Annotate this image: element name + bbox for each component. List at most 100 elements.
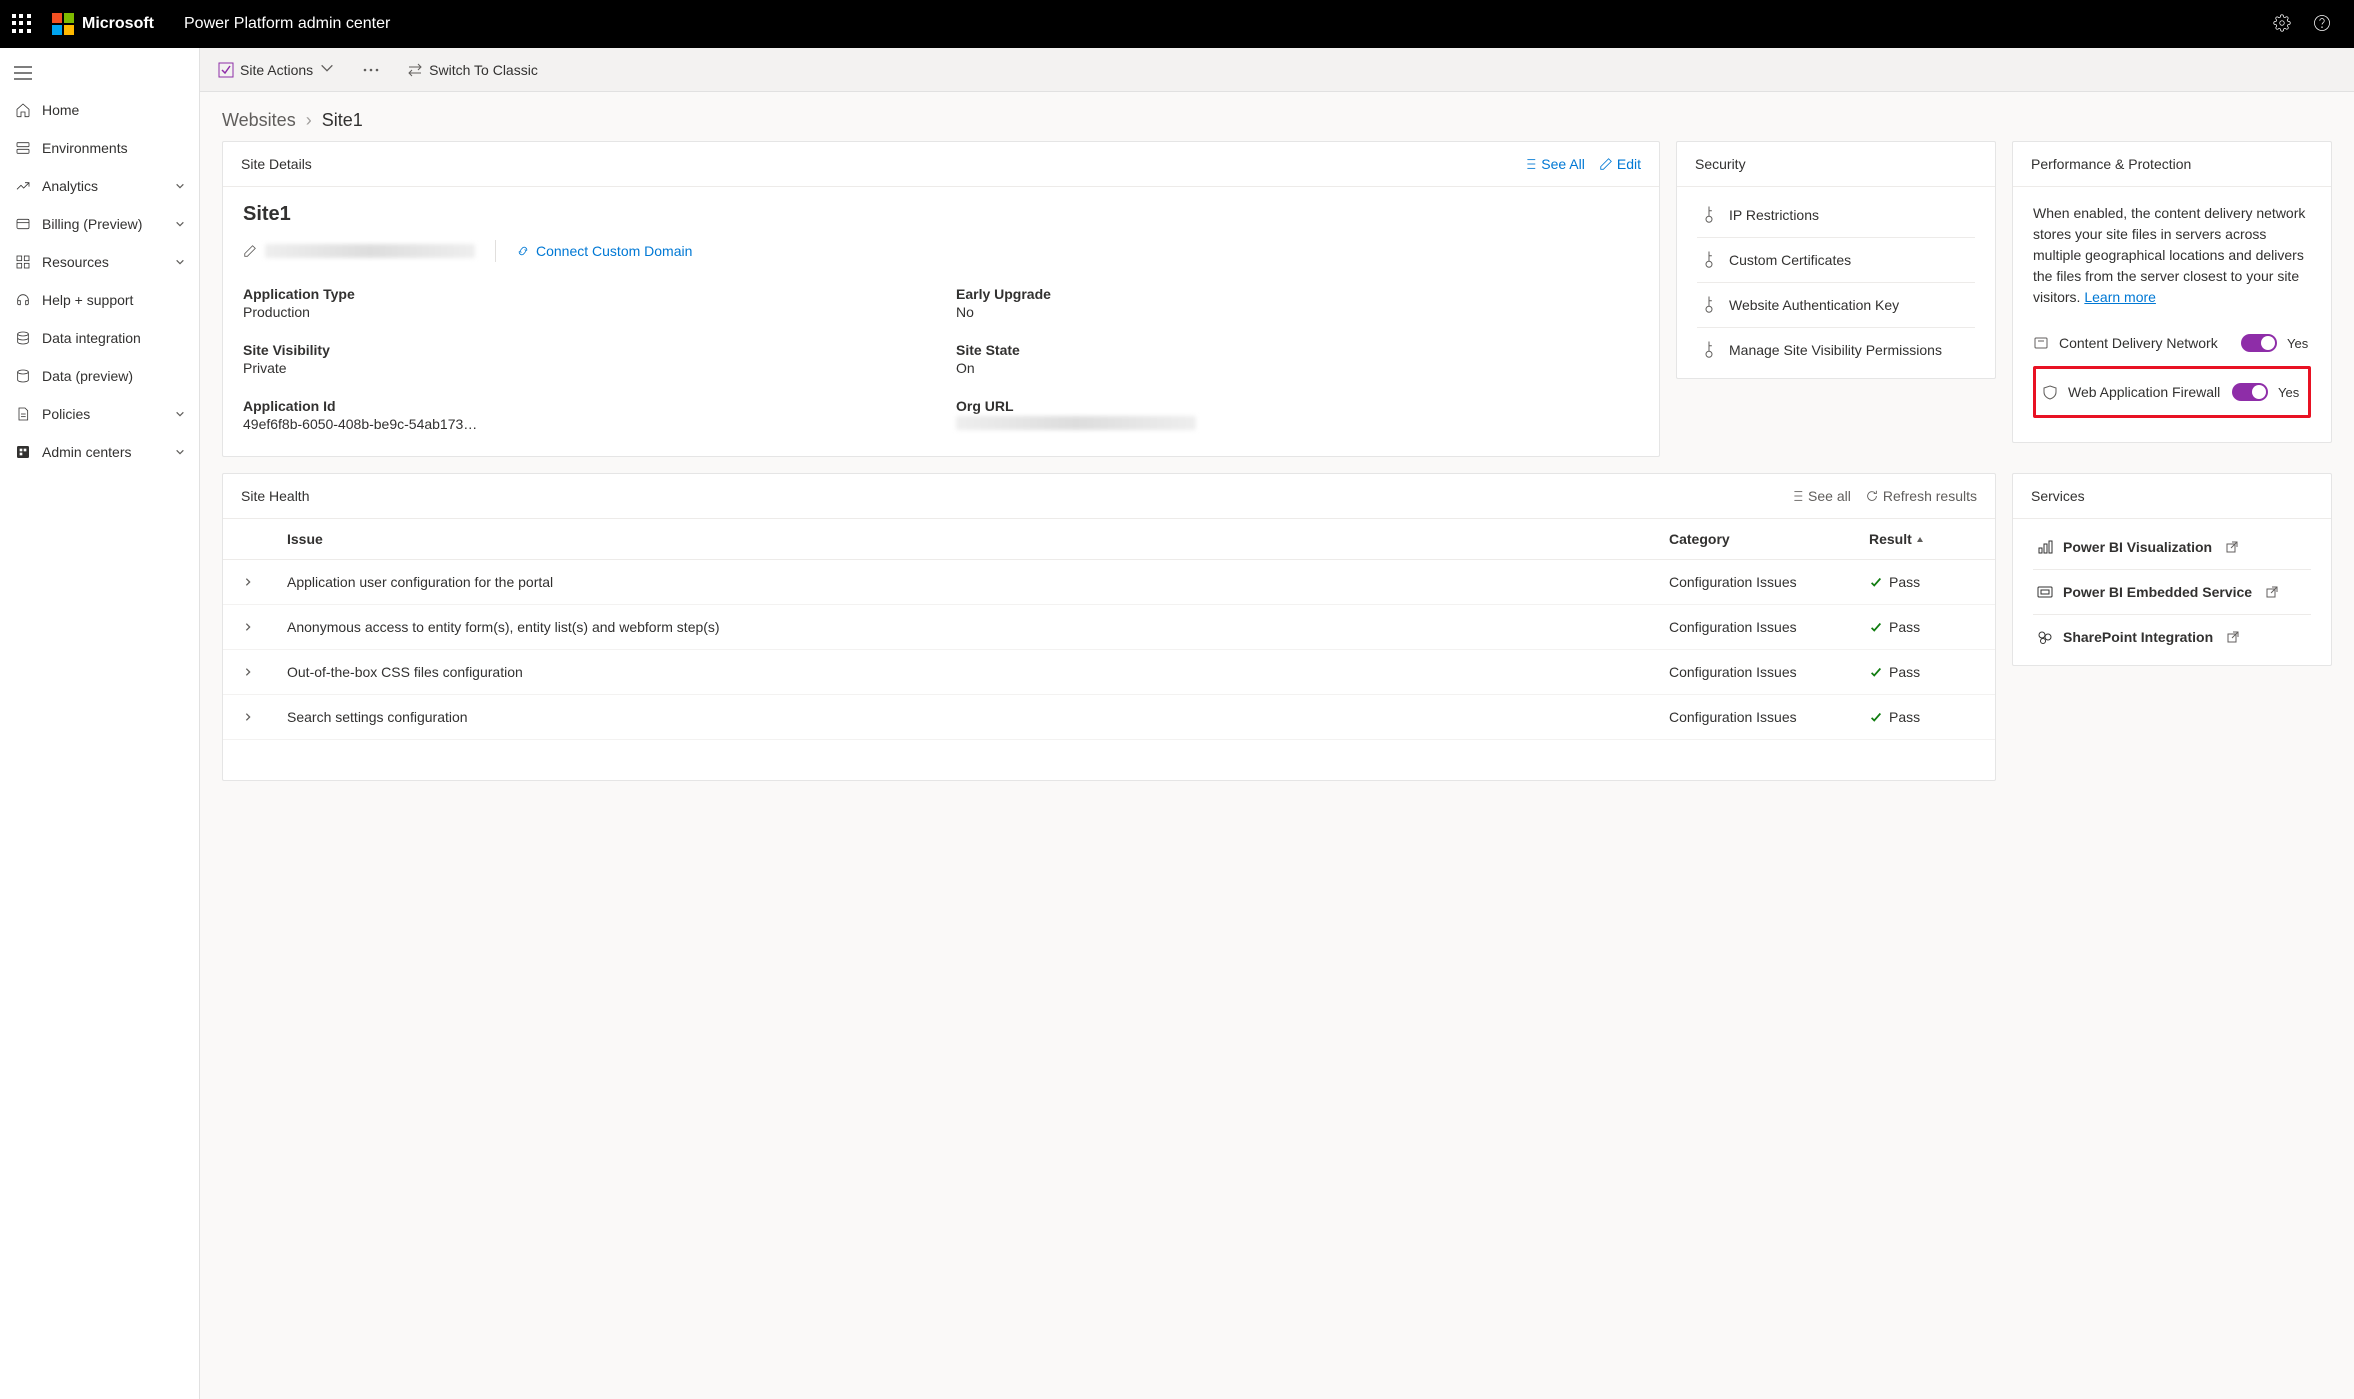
col-category[interactable]: Category bbox=[1655, 519, 1855, 560]
sidebar-item-help-support[interactable]: Help + support bbox=[0, 281, 199, 319]
sidebar-item-label: Data integration bbox=[42, 330, 141, 346]
data-preview-icon bbox=[14, 367, 32, 385]
security-item-ip-restrictions[interactable]: IP Restrictions bbox=[1697, 193, 1975, 238]
application-id-value: 49ef6f8b-6050-408b-be9c-54ab173c9… bbox=[243, 416, 483, 432]
expand-row-button[interactable] bbox=[223, 560, 273, 605]
checkmark-icon bbox=[1869, 710, 1883, 724]
service-power-bi-embedded[interactable]: Power BI Embedded Service bbox=[2033, 570, 2311, 615]
home-icon bbox=[14, 101, 32, 119]
services-title: Services bbox=[2031, 488, 2085, 504]
category-cell: Configuration Issues bbox=[1655, 605, 1855, 650]
health-row: Application user configuration for the p… bbox=[223, 560, 1995, 605]
security-item-site-visibility-permissions[interactable]: Manage Site Visibility Permissions bbox=[1697, 328, 1975, 372]
security-title: Security bbox=[1695, 156, 1746, 172]
refresh-results-button[interactable]: Refresh results bbox=[1865, 488, 1977, 504]
billing-icon bbox=[14, 215, 32, 233]
performance-title: Performance & Protection bbox=[2031, 156, 2191, 172]
command-bar: Site Actions Switch To Classic bbox=[200, 48, 2354, 92]
result-cell: Pass bbox=[1869, 574, 1981, 590]
waf-toggle[interactable] bbox=[2232, 383, 2268, 401]
cdn-toggle-row: Content Delivery Network Yes bbox=[2033, 324, 2311, 362]
sidebar-item-label: Admin centers bbox=[42, 444, 131, 460]
app-name: Power Platform admin center bbox=[184, 15, 390, 33]
sidebar-item-home[interactable]: Home bbox=[0, 91, 199, 129]
org-url-redacted bbox=[956, 416, 1196, 430]
see-all-health-button[interactable]: See all bbox=[1790, 488, 1851, 504]
expand-row-button[interactable] bbox=[223, 605, 273, 650]
learn-more-link[interactable]: Learn more bbox=[2084, 289, 2156, 305]
edit-site-url-button[interactable] bbox=[243, 244, 475, 258]
refresh-icon bbox=[1865, 489, 1879, 503]
early-upgrade-value: No bbox=[956, 304, 1639, 320]
analytics-icon bbox=[14, 177, 32, 195]
sidebar-item-policies[interactable]: Policies bbox=[0, 395, 199, 433]
performance-protection-card: Performance & Protection When enabled, t… bbox=[2012, 141, 2332, 443]
brand-text: Microsoft bbox=[82, 15, 154, 33]
pencil-icon bbox=[1599, 157, 1613, 171]
checkbox-icon bbox=[218, 62, 234, 78]
expand-row-button[interactable] bbox=[223, 695, 273, 740]
sidebar-item-environments[interactable]: Environments bbox=[0, 129, 199, 167]
more-actions-button[interactable] bbox=[363, 62, 385, 78]
site-health-title: Site Health bbox=[241, 488, 309, 504]
microsoft-logo: Microsoft bbox=[52, 13, 154, 35]
site-state-value: On bbox=[956, 360, 1639, 376]
list-icon bbox=[1523, 157, 1537, 171]
link-icon bbox=[516, 244, 530, 258]
performance-description: When enabled, the content delivery netwo… bbox=[2033, 203, 2311, 308]
app-launcher-icon[interactable] bbox=[12, 14, 32, 34]
sidebar-item-data-integration[interactable]: Data integration bbox=[0, 319, 199, 357]
cdn-toggle[interactable] bbox=[2241, 334, 2277, 352]
see-all-button[interactable]: See All bbox=[1523, 156, 1585, 172]
main-content: Site Actions Switch To Classic Websites … bbox=[200, 48, 2354, 1399]
chevron-down-icon bbox=[175, 444, 185, 460]
issue-cell: Search settings configuration bbox=[273, 695, 1655, 740]
chevron-down-icon bbox=[175, 178, 185, 194]
chevron-down-icon bbox=[319, 60, 341, 79]
sidebar-item-data-preview[interactable]: Data (preview) bbox=[0, 357, 199, 395]
site-details-title: Site Details bbox=[241, 156, 312, 172]
site-actions-button[interactable]: Site Actions bbox=[218, 60, 341, 79]
sidebar-item-resources[interactable]: Resources bbox=[0, 243, 199, 281]
security-item-custom-certificates[interactable]: Custom Certificates bbox=[1697, 238, 1975, 283]
col-issue[interactable]: Issue bbox=[273, 519, 1655, 560]
health-row: Out-of-the-box CSS files configuration C… bbox=[223, 650, 1995, 695]
sidebar-item-billing[interactable]: Billing (Preview) bbox=[0, 205, 199, 243]
breadcrumb: Websites › Site1 bbox=[200, 92, 2354, 141]
site-visibility-label: Site Visibility bbox=[243, 342, 926, 358]
settings-icon[interactable] bbox=[2262, 14, 2302, 35]
edit-button[interactable]: Edit bbox=[1599, 156, 1641, 172]
sidebar-item-admin-centers[interactable]: Admin centers bbox=[0, 433, 199, 471]
sidebar-item-label: Analytics bbox=[42, 178, 98, 194]
service-power-bi-visualization[interactable]: Power BI Visualization bbox=[2033, 525, 2311, 570]
security-card: Security IP Restrictions Custom Certific… bbox=[1676, 141, 1996, 379]
help-icon[interactable] bbox=[2302, 14, 2342, 35]
sidebar-collapse-button[interactable] bbox=[0, 58, 199, 91]
switch-to-classic-button[interactable]: Switch To Classic bbox=[407, 62, 538, 78]
key-icon bbox=[1698, 294, 1721, 317]
security-item-auth-key[interactable]: Website Authentication Key bbox=[1697, 283, 1975, 328]
checkmark-icon bbox=[1869, 665, 1883, 679]
sidebar-item-label: Resources bbox=[42, 254, 109, 270]
site-health-table: Issue Category Result Application user c… bbox=[223, 519, 1995, 740]
sidebar: Home Environments Analytics Billing (Pre… bbox=[0, 48, 200, 1399]
policies-icon bbox=[14, 405, 32, 423]
col-result[interactable]: Result bbox=[1855, 519, 1995, 560]
switch-to-classic-label: Switch To Classic bbox=[429, 62, 538, 78]
headset-icon bbox=[14, 291, 32, 309]
external-link-icon bbox=[2266, 586, 2278, 598]
sidebar-item-label: Data (preview) bbox=[42, 368, 133, 384]
expand-row-button[interactable] bbox=[223, 650, 273, 695]
health-row: Search settings configuration Configurat… bbox=[223, 695, 1995, 740]
site-url-redacted bbox=[265, 244, 475, 258]
site-visibility-value: Private bbox=[243, 360, 926, 376]
breadcrumb-root[interactable]: Websites bbox=[222, 110, 296, 131]
sidebar-item-analytics[interactable]: Analytics bbox=[0, 167, 199, 205]
firewall-icon bbox=[2042, 384, 2058, 400]
category-cell: Configuration Issues bbox=[1655, 560, 1855, 605]
connect-custom-domain-link[interactable]: Connect Custom Domain bbox=[516, 243, 692, 259]
key-icon bbox=[1698, 339, 1721, 362]
service-sharepoint-integration[interactable]: SharePoint Integration bbox=[2033, 615, 2311, 659]
data-integration-icon bbox=[14, 329, 32, 347]
category-cell: Configuration Issues bbox=[1655, 695, 1855, 740]
